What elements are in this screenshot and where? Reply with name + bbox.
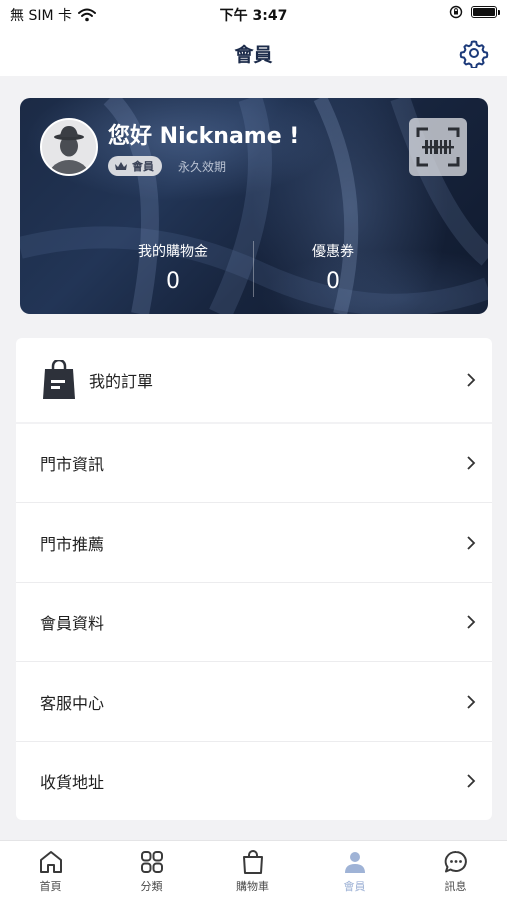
- tab-messages[interactable]: 訊息: [405, 841, 506, 900]
- chevron-right-icon: [467, 774, 476, 788]
- shopping-bag-icon: [43, 360, 75, 399]
- nav-bar: 會員: [0, 30, 507, 76]
- menu-item-label: 客服中心: [40, 693, 105, 713]
- tab-label: 會員: [343, 880, 366, 893]
- tab-label: 分類: [140, 880, 163, 893]
- tab-category[interactable]: 分類: [101, 841, 202, 900]
- menu-item-shipping-address[interactable]: 收貨地址: [16, 742, 492, 820]
- crown-icon: [115, 162, 127, 170]
- status-bar: 無 SIM 卡 下午 3:47: [0, 0, 507, 30]
- orientation-lock-icon: [449, 5, 463, 19]
- gear-icon: [459, 40, 489, 70]
- tab-home[interactable]: 首頁: [0, 841, 101, 900]
- chevron-right-icon: [467, 615, 476, 629]
- membership-validity: 永久效期: [178, 160, 227, 174]
- tab-member[interactable]: 會員: [304, 841, 405, 900]
- page-title: 會員: [234, 44, 273, 66]
- category-icon: [140, 851, 163, 873]
- cart-bag-icon: [242, 850, 263, 874]
- member-level-label: 會員: [132, 160, 154, 173]
- avatar[interactable]: [40, 118, 98, 176]
- member-card: 您好 Nickname ! 會員 永久效期 我的購物金 0 優惠券 0: [20, 98, 488, 314]
- tab-label: 訊息: [444, 880, 467, 893]
- status-right: [449, 5, 500, 19]
- menu-item-label: 我的訂單: [89, 371, 154, 391]
- stat-divider: [253, 241, 254, 297]
- settings-button[interactable]: [459, 38, 489, 70]
- member-barcode-button[interactable]: [409, 118, 467, 176]
- shopping-credit-value: 0: [166, 269, 180, 294]
- menu-item-my-orders[interactable]: 我的訂單: [16, 338, 492, 421]
- user-icon: [344, 852, 365, 873]
- tab-bar: 首頁 分類 購物車 會員 訊息: [0, 840, 507, 900]
- home-icon: [39, 851, 62, 873]
- menu-item-label: 門市推薦: [40, 534, 105, 554]
- menu-item-store-info[interactable]: 門市資訊: [16, 424, 492, 502]
- chevron-right-icon: [467, 535, 476, 550]
- coupon-value: 0: [326, 269, 340, 294]
- coupon-stat[interactable]: 優惠券 0: [263, 241, 403, 294]
- chat-icon: [444, 850, 467, 873]
- chevron-right-icon: [467, 694, 476, 709]
- menu-item-label: 收貨地址: [40, 773, 105, 792]
- coupon-label: 優惠券: [312, 244, 354, 260]
- tab-cart[interactable]: 購物車: [202, 841, 303, 900]
- tab-label: 首頁: [39, 880, 62, 893]
- menu-item-member-profile[interactable]: 會員資料: [16, 583, 492, 661]
- scan-barcode-icon: [416, 127, 460, 167]
- menu-item-label: 門市資訊: [40, 455, 105, 474]
- member-menu: 我的訂單 門市資訊 門市推薦 會員資料 客服中心 收貨地址: [16, 338, 492, 820]
- status-time: 下午 3:47: [219, 8, 288, 24]
- greeting-text: 您好 Nickname !: [108, 124, 300, 149]
- shopping-credit-label: 我的購物金: [138, 244, 208, 260]
- user-avatar-icon: [42, 120, 96, 174]
- chevron-right-icon: [467, 372, 476, 387]
- shopping-credit-stat[interactable]: 我的購物金 0: [103, 241, 243, 294]
- menu-item-label: 會員資料: [40, 614, 105, 633]
- menu-item-store-recommend[interactable]: 門市推薦: [16, 503, 492, 582]
- menu-item-customer-service[interactable]: 客服中心: [16, 662, 492, 741]
- tab-label: 購物車: [236, 880, 269, 893]
- chevron-right-icon: [467, 456, 476, 470]
- member-level-badge: 會員: [108, 156, 162, 176]
- battery-icon: [471, 6, 500, 18]
